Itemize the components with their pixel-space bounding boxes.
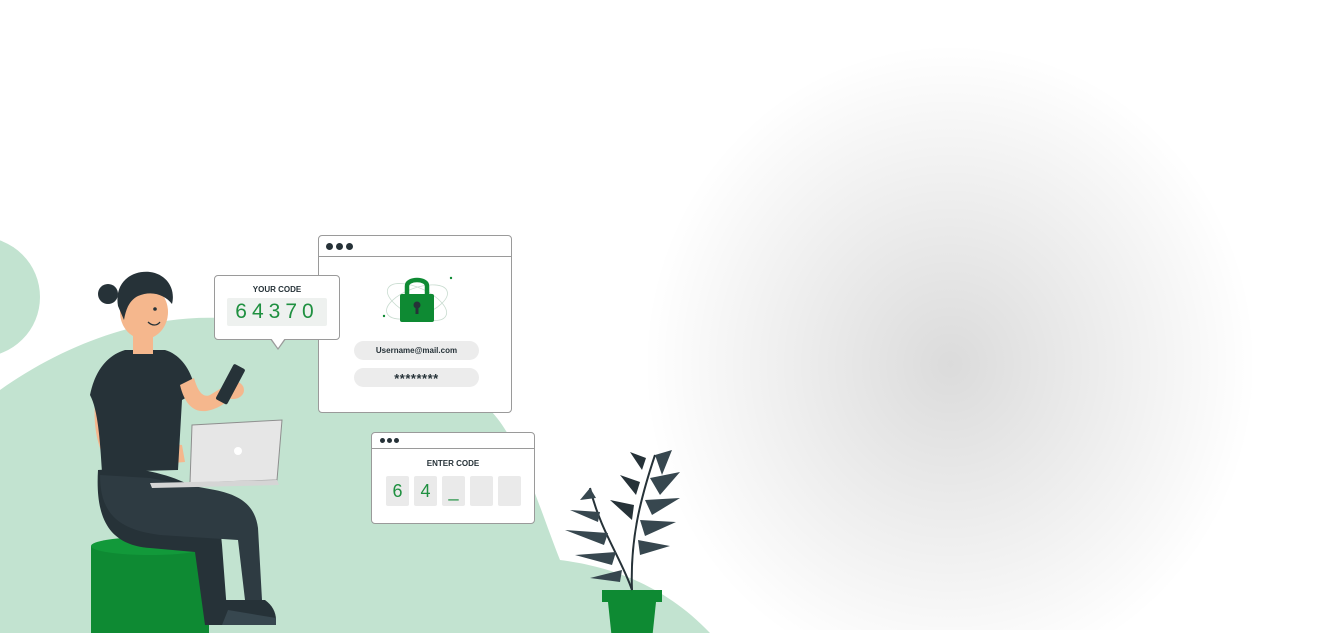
enter-code-title: ENTER CODE: [426, 459, 480, 468]
email-field[interactable]: Username@mail.com: [354, 341, 479, 360]
window-titlebar: [319, 236, 511, 257]
code-digit-box[interactable]: _: [442, 476, 465, 506]
code-digit-box[interactable]: [470, 476, 493, 506]
code-digit-box[interactable]: [498, 476, 521, 506]
window-dots: [380, 438, 399, 443]
window-dots: [326, 243, 353, 250]
background-glow: [640, 40, 1260, 630]
your-code-bubble: YOUR CODE 64370: [214, 275, 340, 350]
padlock-icon: [382, 276, 453, 322]
your-code-title: YOUR CODE: [252, 285, 302, 294]
code-digit-box[interactable]: 4: [414, 476, 437, 506]
password-field[interactable]: ********: [354, 368, 479, 387]
window-titlebar: [372, 433, 534, 449]
code-digit-box[interactable]: 6: [386, 476, 409, 506]
enter-code-window: ENTER CODE 6 4 _: [371, 432, 535, 524]
code-input-group: 6 4 _: [386, 476, 521, 506]
background-blob-small: [0, 240, 40, 354]
login-window: Username@mail.com ********: [318, 235, 512, 413]
your-code-value: 64370: [227, 298, 327, 326]
